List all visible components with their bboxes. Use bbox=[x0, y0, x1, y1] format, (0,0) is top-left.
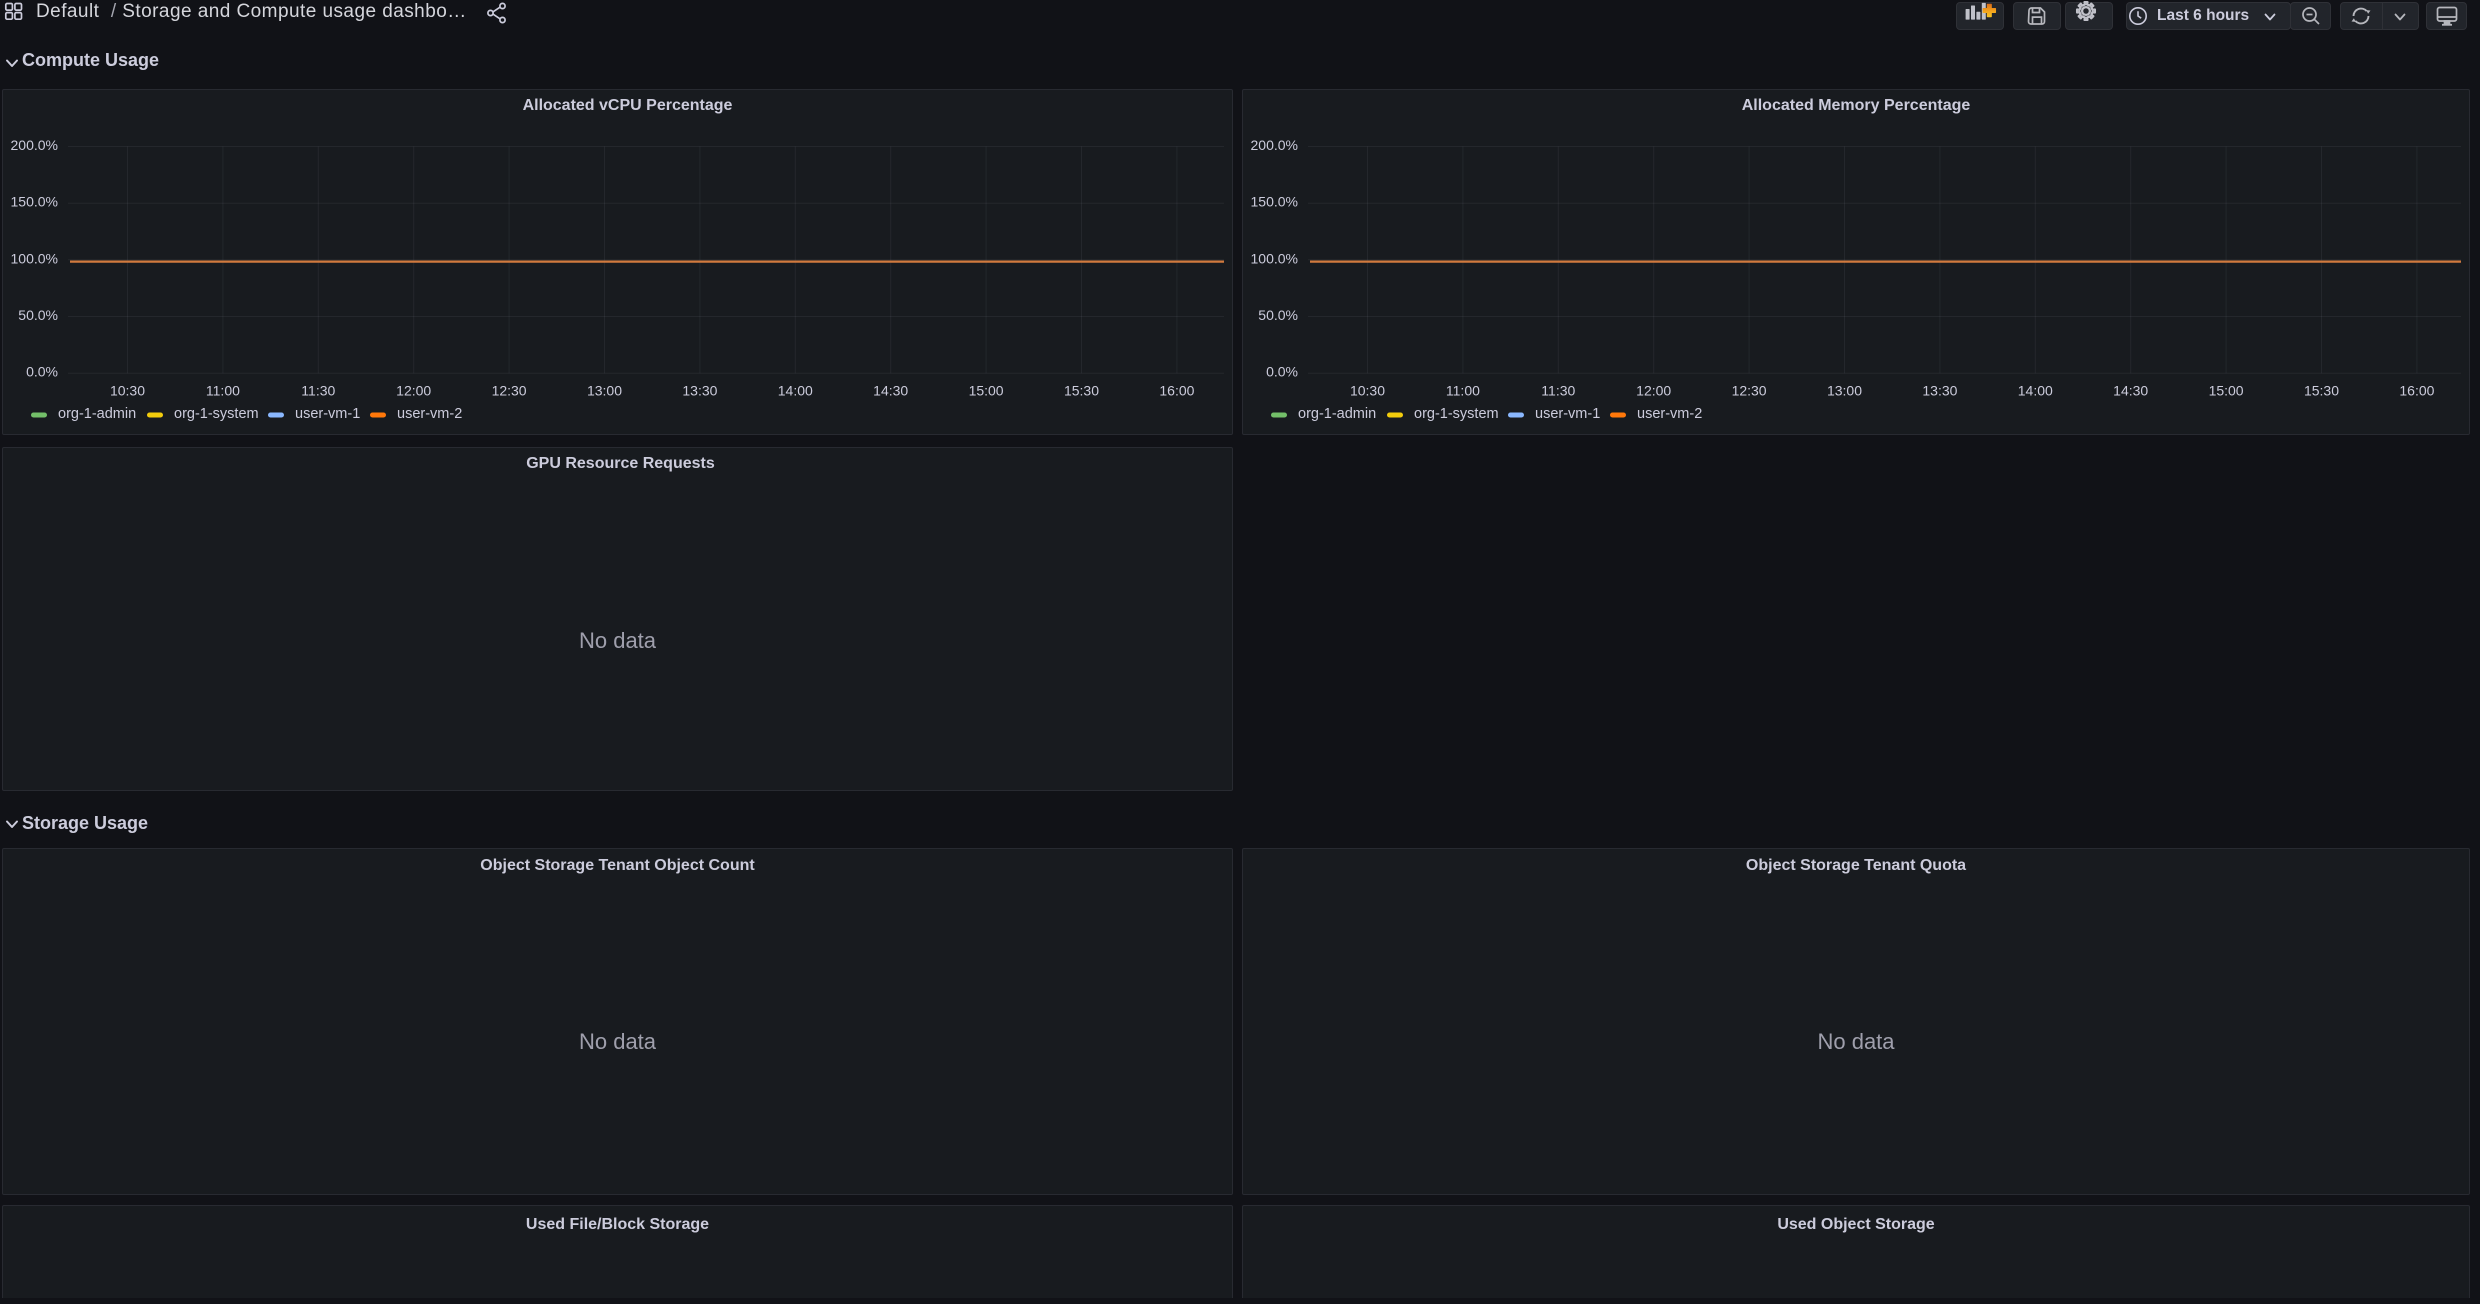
svg-text:0.0%: 0.0% bbox=[26, 364, 58, 380]
svg-text:50.0%: 50.0% bbox=[1258, 307, 1298, 323]
svg-text:13:30: 13:30 bbox=[1922, 383, 1957, 399]
svg-text:org-1-admin: org-1-admin bbox=[1298, 406, 1376, 422]
svg-text:13:30: 13:30 bbox=[682, 383, 717, 399]
svg-text:org-1-system: org-1-system bbox=[1414, 406, 1499, 422]
svg-text:user-vm-2: user-vm-2 bbox=[397, 406, 462, 422]
svg-text:15:30: 15:30 bbox=[2304, 383, 2339, 399]
svg-text:13:00: 13:00 bbox=[1827, 383, 1862, 399]
svg-text:12:00: 12:00 bbox=[396, 383, 431, 399]
svg-text:11:30: 11:30 bbox=[1541, 383, 1575, 399]
svg-text:11:00: 11:00 bbox=[206, 383, 240, 399]
svg-text:14:30: 14:30 bbox=[873, 383, 908, 399]
svg-text:user-vm-1: user-vm-1 bbox=[1535, 406, 1600, 422]
svg-text:user-vm-2: user-vm-2 bbox=[1637, 406, 1702, 422]
svg-text:200.0%: 200.0% bbox=[11, 137, 58, 153]
svg-text:200.0%: 200.0% bbox=[1251, 137, 1298, 153]
svg-text:13:00: 13:00 bbox=[587, 383, 622, 399]
svg-text:11:30: 11:30 bbox=[301, 383, 335, 399]
svg-text:14:00: 14:00 bbox=[778, 383, 813, 399]
svg-text:150.0%: 150.0% bbox=[1251, 194, 1298, 210]
svg-text:16:00: 16:00 bbox=[1159, 383, 1194, 399]
svg-text:10:30: 10:30 bbox=[110, 383, 145, 399]
svg-text:150.0%: 150.0% bbox=[11, 194, 58, 210]
svg-text:100.0%: 100.0% bbox=[1251, 250, 1298, 266]
svg-text:org-1-admin: org-1-admin bbox=[58, 406, 136, 422]
svg-text:16:00: 16:00 bbox=[2399, 383, 2434, 399]
svg-text:15:00: 15:00 bbox=[969, 383, 1004, 399]
svg-text:11:00: 11:00 bbox=[1446, 383, 1480, 399]
svg-text:100.0%: 100.0% bbox=[11, 250, 58, 266]
svg-text:org-1-system: org-1-system bbox=[174, 406, 259, 422]
svg-text:15:30: 15:30 bbox=[1064, 383, 1099, 399]
svg-text:14:30: 14:30 bbox=[2113, 383, 2148, 399]
svg-text:10:30: 10:30 bbox=[1350, 383, 1385, 399]
svg-text:14:00: 14:00 bbox=[2018, 383, 2053, 399]
svg-text:15:00: 15:00 bbox=[2209, 383, 2244, 399]
svg-text:12:30: 12:30 bbox=[1732, 383, 1767, 399]
svg-text:user-vm-1: user-vm-1 bbox=[295, 406, 360, 422]
svg-text:50.0%: 50.0% bbox=[18, 307, 58, 323]
svg-text:12:00: 12:00 bbox=[1636, 383, 1671, 399]
svg-text:0.0%: 0.0% bbox=[1266, 364, 1298, 380]
svg-text:12:30: 12:30 bbox=[492, 383, 527, 399]
